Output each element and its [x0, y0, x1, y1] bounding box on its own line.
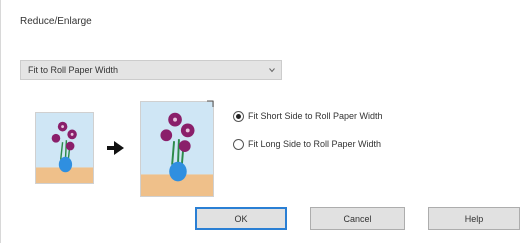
option-label: Fit Long Side to Roll Paper Width — [248, 139, 382, 149]
scaling-mode-value: Fit to Roll Paper Width — [28, 65, 119, 75]
ok-button[interactable]: OK — [195, 207, 287, 230]
radio-button[interactable] — [233, 138, 244, 150]
help-button[interactable]: Help — [428, 207, 520, 230]
original-preview-image — [35, 112, 94, 184]
chevron-down-icon — [269, 68, 275, 73]
cancel-button[interactable]: Cancel — [310, 207, 405, 230]
radio-dot — [236, 113, 241, 119]
arrow-right-icon — [107, 141, 124, 155]
option-label: Fit Short Side to Roll Paper Width — [248, 111, 383, 121]
dialog-title: Reduce/Enlarge — [20, 16, 92, 27]
scaling-mode-select[interactable]: Fit to Roll Paper Width — [20, 60, 282, 80]
reduce-enlarge-dialog: Reduce/Enlarge Fit to Roll Paper Width F… — [0, 0, 532, 243]
page-corner-icon — [207, 100, 214, 107]
radio-button-selected[interactable] — [233, 110, 244, 122]
enlarged-preview-image — [140, 101, 214, 197]
option-fit-long-side[interactable]: Fit Long Side to Roll Paper Width — [233, 137, 381, 151]
option-fit-short-side[interactable]: Fit Short Side to Roll Paper Width — [233, 109, 383, 123]
